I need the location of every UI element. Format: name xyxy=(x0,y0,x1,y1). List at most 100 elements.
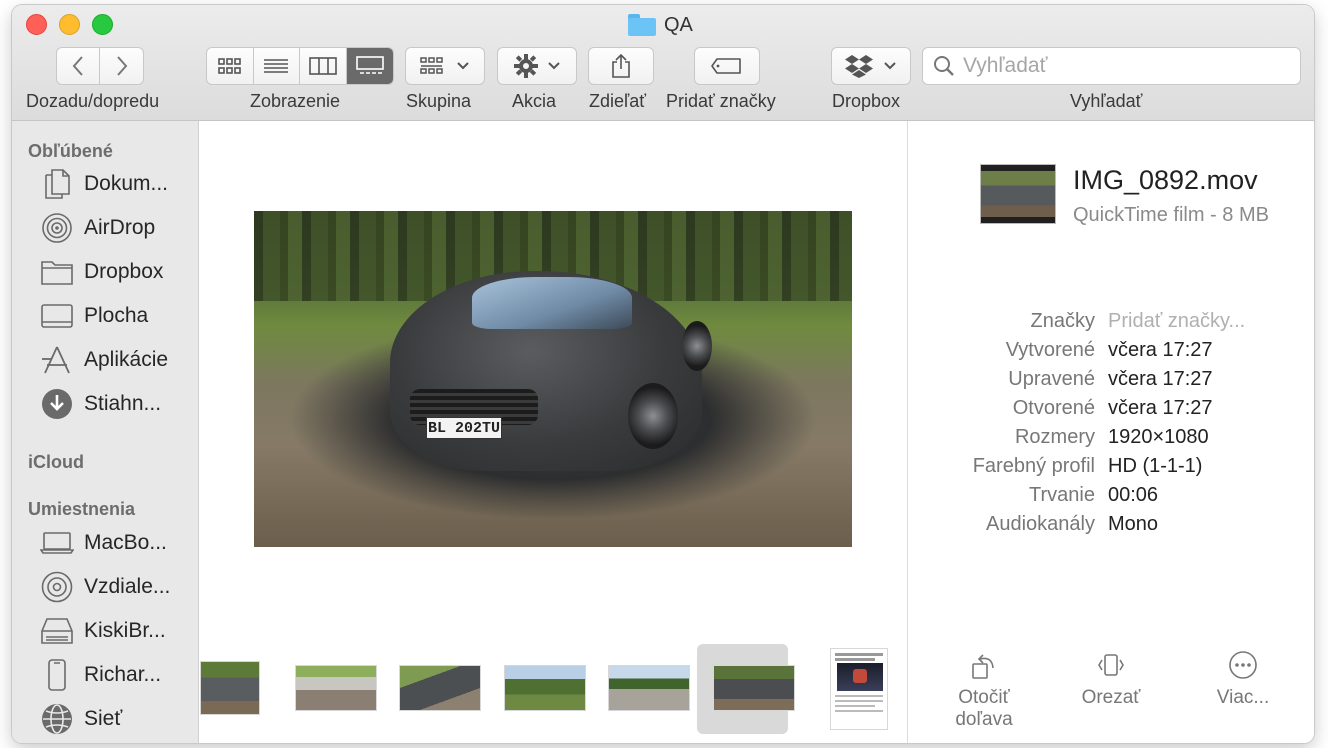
car-windshield xyxy=(472,277,632,329)
add-tags-button[interactable] xyxy=(694,47,760,85)
add-tags-field[interactable]: Pridať značky... xyxy=(1108,310,1245,333)
file-name: IMG_0892.mov xyxy=(1073,165,1258,195)
sidebar-item-macbook[interactable]: MacBo... xyxy=(40,525,167,561)
action-button[interactable] xyxy=(497,47,577,85)
sidebar-header-icloud[interactable]: iCloud xyxy=(28,452,84,473)
view-switcher xyxy=(206,47,394,85)
sidebar-item-label: Aplikácie xyxy=(84,348,169,371)
meta-row-created: Vytvorené včera 17:27 xyxy=(908,339,1314,367)
license-plate: BL 202TU xyxy=(426,417,502,439)
icon-view-button[interactable] xyxy=(207,48,254,84)
rotate-left-icon xyxy=(968,649,1000,681)
folder-icon xyxy=(628,14,656,36)
gallery-thumbnail[interactable] xyxy=(608,665,690,711)
list-view-button[interactable] xyxy=(254,48,300,84)
share-button[interactable] xyxy=(588,47,654,85)
gallery-thumbnail-selected[interactable] xyxy=(713,665,795,711)
more-label: Viac... xyxy=(1216,687,1270,708)
window-title-bar: QA xyxy=(628,12,693,38)
gallery-thumbnail[interactable] xyxy=(200,661,260,715)
preview-info-panel: IMG_0892.mov QuickTime film - 8 MB Značk… xyxy=(907,121,1314,743)
meta-value: včera 17:27 xyxy=(1108,397,1213,419)
list-icon xyxy=(264,59,289,73)
gear-icon xyxy=(514,54,538,78)
trim-action[interactable]: Orezať xyxy=(1073,649,1149,709)
dropbox-label: Dropbox xyxy=(832,91,901,111)
chevron-down-icon xyxy=(548,62,560,70)
sidebar-header-locations: Umiestnenia xyxy=(28,499,136,519)
share-icon xyxy=(612,53,630,78)
gallery-thumbnail[interactable] xyxy=(399,665,481,711)
trim-label: Orezať xyxy=(1081,687,1141,708)
sidebar-item-desktop[interactable]: Plocha xyxy=(40,298,148,334)
gallery-view-button[interactable] xyxy=(346,48,393,84)
search-icon xyxy=(934,56,954,76)
sidebar-item-label: Vzdiale... xyxy=(84,575,171,598)
zoom-button[interactable] xyxy=(92,14,113,35)
dropbox-icon xyxy=(845,55,873,78)
sidebar-item-network[interactable]: Sieť xyxy=(40,701,122,737)
car-wheel-rear xyxy=(682,321,712,371)
sidebar-item-iphone[interactable]: Richar... xyxy=(40,657,161,693)
forward-button[interactable] xyxy=(100,48,143,84)
meta-value: včera 17:27 xyxy=(1108,368,1213,390)
meta-value: Mono xyxy=(1108,513,1159,535)
airdrop-icon xyxy=(40,211,74,245)
meta-key: Trvanie xyxy=(1029,484,1095,506)
disc-icon xyxy=(40,570,74,604)
sidebar-item-airdrop[interactable]: AirDrop xyxy=(40,210,155,246)
sidebar-item-drive[interactable]: KiskiBr... xyxy=(40,613,166,649)
minimize-button[interactable] xyxy=(59,14,80,35)
meta-value: 1920×1080 xyxy=(1108,426,1209,448)
sidebar-item-dropbox[interactable]: Dropbox xyxy=(40,254,163,290)
chevron-down-icon xyxy=(457,62,469,70)
group-button[interactable] xyxy=(405,47,485,85)
laptop-icon xyxy=(40,526,74,560)
sidebar-item-label: Dokum... xyxy=(84,172,169,195)
sidebar-item-remote-disc[interactable]: Vzdiale... xyxy=(40,569,170,605)
sidebar-item-applications[interactable]: Aplikácie xyxy=(40,342,168,378)
sidebar-item-label: Stiahn... xyxy=(84,392,162,415)
gallery-thumbnail-document[interactable] xyxy=(830,648,888,730)
dropbox-button[interactable] xyxy=(831,47,911,85)
sidebar-item-label: Plocha xyxy=(84,304,149,327)
sidebar-item-downloads[interactable]: Stiahn... xyxy=(40,386,161,422)
chevron-left-icon xyxy=(72,56,83,76)
sidebar-item-documents[interactable]: Dokum... xyxy=(40,166,168,202)
gallery-thumbnail[interactable] xyxy=(504,665,586,711)
gallery-icon xyxy=(355,56,384,74)
meta-key: Vytvorené xyxy=(1005,339,1095,361)
meta-row-color-profile: Farebný profil HD (1-1-1) xyxy=(908,455,1314,483)
meta-row-duration: Trvanie 00:06 xyxy=(908,484,1314,512)
meta-value: 00:06 xyxy=(1108,484,1159,506)
more-action[interactable]: Viac... xyxy=(1203,649,1283,709)
toolbar: QA Dozadu/dopredu Zobrazenie Skupina Akc… xyxy=(12,5,1314,121)
chevron-down-icon xyxy=(884,62,896,70)
meta-row-modified: Upravené včera 17:27 xyxy=(908,368,1314,396)
back-button[interactable] xyxy=(57,48,101,84)
finder-window: QA Dozadu/dopredu Zobrazenie Skupina Akc… xyxy=(12,5,1314,743)
meta-row-tags: Značky Pridať značky... xyxy=(908,310,1314,338)
file-thumbnail xyxy=(980,164,1056,224)
phone-icon xyxy=(40,658,74,692)
back-forward-control xyxy=(56,47,144,85)
sidebar-item-label: Richar... xyxy=(84,663,162,686)
search-input[interactable] xyxy=(963,54,1283,78)
search-field[interactable] xyxy=(922,47,1301,85)
rotate-left-action[interactable]: Otočiť doľava xyxy=(946,649,1022,731)
tag-icon xyxy=(711,58,741,74)
meta-key: Značky xyxy=(1030,310,1095,332)
column-view-button[interactable] xyxy=(300,48,347,84)
car-wheel xyxy=(628,383,678,449)
view-label: Zobrazenie xyxy=(250,91,341,111)
sidebar-item-label: Dropbox xyxy=(84,260,164,283)
meta-key: Audiokanály xyxy=(986,513,1095,535)
sidebar-item-label: Sieť xyxy=(84,707,123,730)
meta-key: Otvorené xyxy=(1012,397,1095,419)
preview-image[interactable]: BL 202TU xyxy=(254,211,852,547)
icon-grid-icon xyxy=(217,58,241,74)
close-button[interactable] xyxy=(26,14,47,35)
meta-value: HD (1-1-1) xyxy=(1108,455,1203,477)
gallery-thumbnail[interactable] xyxy=(295,665,377,711)
rotate-left-label-1: Otočiť xyxy=(958,687,1010,708)
